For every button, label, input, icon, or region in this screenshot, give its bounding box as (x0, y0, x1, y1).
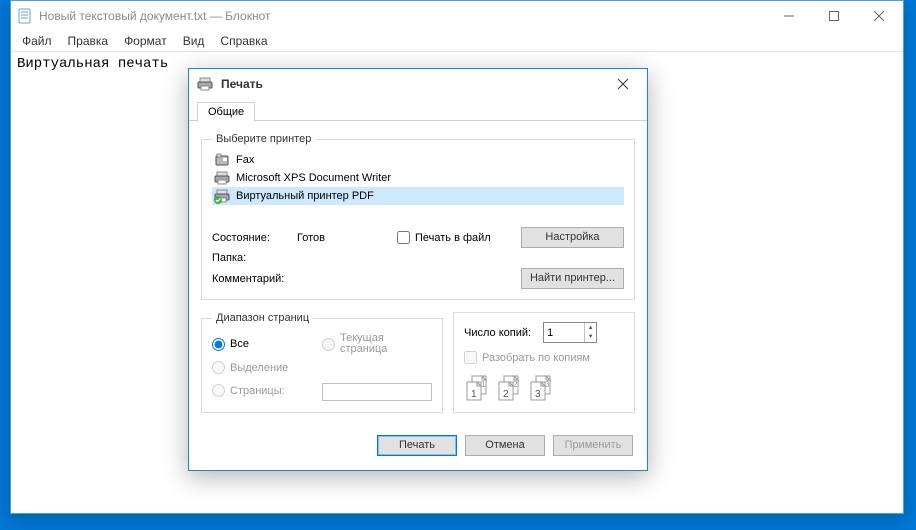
collate-page-1: 1 1 (464, 374, 492, 402)
print-to-file-checkbox[interactable]: Печать в файл (397, 231, 521, 244)
printer-label: Виртуальный принтер PDF (236, 190, 374, 202)
comment-label: Комментарий: (212, 273, 297, 285)
printer-item-fax[interactable]: Fax (212, 151, 624, 169)
collate-input (464, 351, 477, 364)
menu-help[interactable]: Справка (213, 32, 274, 50)
notepad-menubar: Файл Правка Формат Вид Справка (11, 31, 903, 51)
menu-file[interactable]: Файл (15, 32, 59, 50)
copies-label: Число копий: (464, 327, 531, 339)
minimize-button[interactable] (766, 2, 811, 30)
find-printer-button[interactable]: Найти принтер... (521, 268, 624, 289)
range-all-label: Все (230, 338, 249, 350)
range-current-label: Текущая страница (340, 333, 432, 355)
menu-view[interactable]: Вид (176, 32, 212, 50)
printer-item-virtual-pdf[interactable]: Виртуальный принтер PDF (212, 187, 624, 205)
select-printer-legend: Выберите принтер (212, 133, 315, 145)
printer-item-xps[interactable]: Microsoft XPS Document Writer (212, 169, 624, 187)
print-dialog-title: Печать (221, 77, 603, 91)
range-all-input[interactable] (212, 338, 225, 351)
copies-up[interactable]: ▲ (585, 323, 596, 333)
range-selection-input (212, 361, 225, 374)
range-pages-input (212, 384, 225, 397)
svg-text:1: 1 (471, 389, 477, 400)
copies-input[interactable] (544, 323, 584, 342)
copies-down[interactable]: ▼ (585, 333, 596, 343)
tab-general[interactable]: Общие (197, 102, 255, 122)
range-selection-label: Выделение (230, 362, 288, 374)
menu-format[interactable]: Формат (117, 32, 174, 50)
printer-check-icon (214, 188, 230, 204)
pages-input (322, 383, 432, 401)
svg-text:3: 3 (535, 389, 541, 400)
printer-icon (197, 76, 213, 92)
notepad-titlebar[interactable]: Новый текстовый документ.txt — Блокнот (11, 1, 903, 31)
apply-button: Применить (553, 435, 633, 456)
svg-text:2: 2 (503, 389, 509, 400)
menu-edit[interactable]: Правка (61, 32, 116, 50)
print-dialog-tabs: Общие (189, 101, 647, 121)
printer-list[interactable]: Fax Microsoft XPS Document Writer Виртуа… (212, 151, 624, 205)
range-pages-radio: Страницы: (212, 383, 322, 398)
printer-label: Microsoft XPS Document Writer (236, 172, 391, 184)
maximize-button[interactable] (811, 2, 856, 30)
page-range-legend: Диапазон страниц (212, 312, 313, 324)
range-all-radio[interactable]: Все (212, 333, 322, 355)
select-printer-group: Выберите принтер Fax Microsoft XPS Docum… (201, 133, 635, 300)
notepad-icon (17, 8, 33, 24)
collate-page-2: 2 2 (496, 374, 524, 402)
collation-diagram: 1 1 2 (464, 374, 624, 402)
cancel-button[interactable]: Отмена (465, 435, 545, 456)
copies-group: Число копий: ▲ ▼ Разобрать по копиям (453, 312, 635, 413)
document-text: Виртуальная печать (17, 56, 168, 72)
page-range-group: Диапазон страниц Все Текущая страница (201, 312, 443, 413)
status-value: Готов (297, 232, 397, 244)
copies-spinner[interactable]: ▲ ▼ (543, 322, 597, 343)
svg-text:3: 3 (545, 380, 550, 389)
printer-label: Fax (236, 154, 254, 166)
fax-icon (214, 152, 230, 168)
printer-icon (214, 170, 230, 186)
status-label: Состояние: (212, 232, 297, 244)
close-button[interactable] (856, 2, 901, 30)
print-to-file-label: Печать в файл (415, 232, 491, 244)
notepad-title: Новый текстовый документ.txt — Блокнот (39, 9, 766, 23)
preferences-button[interactable]: Настройка (521, 227, 624, 248)
print-dialog: Печать Общие Выберите принтер Fax (188, 68, 648, 471)
print-dialog-close-button[interactable] (603, 71, 643, 97)
collate-checkbox: Разобрать по копиям (464, 351, 624, 364)
print-dialog-footer: Печать Отмена Применить (189, 425, 647, 470)
print-to-file-input[interactable] (397, 231, 410, 244)
range-pages-label: Страницы: (230, 385, 285, 397)
print-button[interactable]: Печать (377, 435, 457, 456)
print-dialog-titlebar[interactable]: Печать (189, 69, 647, 99)
svg-text:2: 2 (513, 380, 518, 389)
collate-label: Разобрать по копиям (482, 352, 590, 364)
range-current-radio: Текущая страница (322, 333, 432, 355)
svg-text:1: 1 (481, 380, 486, 389)
location-label: Папка: (212, 252, 297, 264)
range-selection-radio: Выделение (212, 361, 432, 374)
range-current-input (322, 338, 335, 351)
collate-page-3: 3 3 (528, 374, 556, 402)
